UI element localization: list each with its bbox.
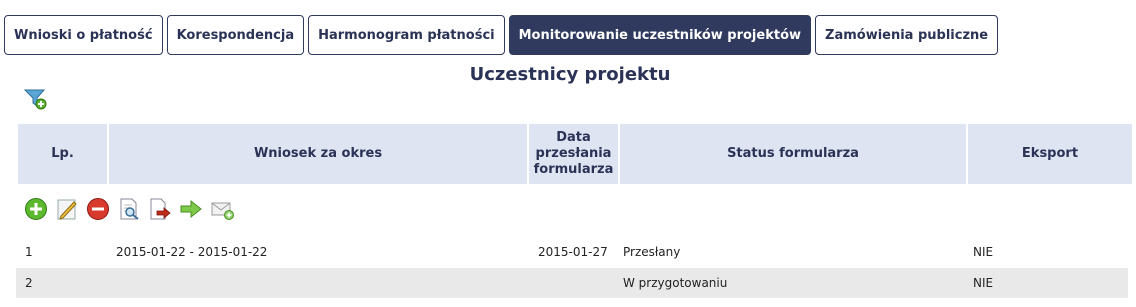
cell-wniosek: 2015-01-22 - 2015-01-22 (116, 245, 268, 259)
mail-icon[interactable] (210, 197, 234, 221)
cell-lp: 2 (25, 276, 33, 290)
cell-status: Przesłany (623, 245, 681, 259)
cell-eksport: NIE (973, 276, 994, 290)
column-header-status: Status formularza (620, 124, 966, 184)
tab-harmonogram-platnosci[interactable]: Harmonogram płatności (308, 15, 505, 55)
header-data-line3: formularza (533, 162, 614, 177)
column-header-data-przeslania: Data przesłania formularza (529, 124, 618, 184)
participants-table: Lp. Wniosek za okres Data przesłania for… (16, 124, 1134, 184)
send-arrow-icon[interactable] (179, 197, 203, 221)
table-row[interactable]: 2 W przygotowaniu NIE (16, 268, 1128, 298)
tab-zamowienia-publiczne[interactable]: Zamówienia publiczne (815, 15, 999, 55)
preview-icon[interactable] (117, 197, 141, 221)
table-row[interactable]: 1 2015-01-22 - 2015-01-22 2015-01-27 Prz… (16, 237, 1128, 267)
cell-status: W przygotowaniu (623, 276, 728, 290)
tab-wnioski-o-platnosc[interactable]: Wnioski o płatność (4, 15, 163, 55)
column-header-lp: Lp. (18, 124, 107, 184)
header-data-line1: Data (556, 130, 591, 145)
edit-icon[interactable] (55, 197, 79, 221)
table-header-row: Lp. Wniosek za okres Data przesłania for… (18, 124, 1132, 184)
tab-bar: Wnioski o płatność Korespondencja Harmon… (4, 15, 999, 55)
cell-data: 2015-01-27 (538, 245, 608, 259)
column-header-eksport: Eksport (968, 124, 1132, 184)
add-filter-icon[interactable] (24, 88, 48, 110)
header-data-line2: przesłania (535, 146, 612, 161)
cell-eksport: NIE (973, 245, 994, 259)
cell-lp: 1 (25, 245, 33, 259)
tab-monitorowanie-uczestnikow[interactable]: Monitorowanie uczestników projektów (508, 15, 812, 55)
tab-korespondencja[interactable]: Korespondencja (166, 15, 305, 55)
column-header-wniosek: Wniosek za okres (109, 124, 527, 184)
delete-icon[interactable] (86, 197, 110, 221)
row-action-toolbar (24, 197, 234, 221)
add-icon[interactable] (24, 197, 48, 221)
export-document-icon[interactable] (148, 197, 172, 221)
page-title: Uczestnicy projektu (469, 64, 671, 85)
